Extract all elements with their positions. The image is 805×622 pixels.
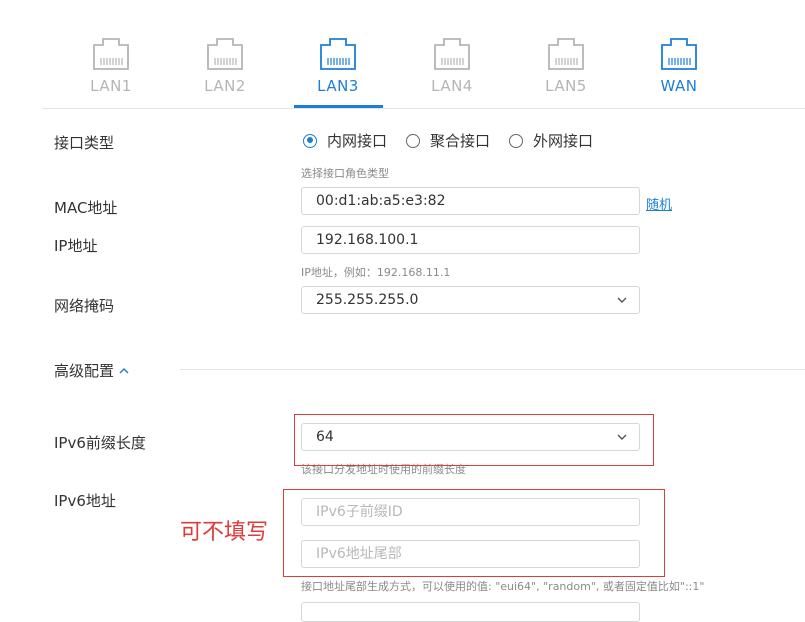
chevron-up-icon (119, 367, 129, 373)
mac-input[interactable] (301, 187, 640, 215)
interface-type-hint: 选择接口角色类型 (301, 167, 389, 180)
radio-label: 聚合接口 (430, 132, 491, 150)
ethernet-port-icon (93, 38, 129, 70)
port-tab-lan2[interactable]: LAN2 (180, 38, 270, 95)
port-tab-wan[interactable]: WAN (634, 38, 724, 95)
port-label: LAN2 (204, 77, 246, 95)
ethernet-port-icon (661, 38, 697, 70)
radio-aggregate[interactable]: 聚合接口 (406, 130, 490, 151)
radio-checked-icon (303, 133, 317, 148)
port-tab-lan3[interactable]: LAN3 (293, 38, 383, 95)
radio-internal[interactable]: 内网接口 (303, 130, 387, 151)
annotation-box-prefix (294, 414, 654, 466)
port-tab-lan4[interactable]: LAN4 (407, 38, 497, 95)
ip-input[interactable] (301, 226, 640, 254)
port-tab-lan5[interactable]: LAN5 (521, 38, 611, 95)
next-field-partial (301, 602, 640, 622)
port-label: LAN5 (545, 77, 587, 95)
ipv6-address-label: IPv6地址 (54, 492, 116, 510)
netmask-value: 255.255.255.0 (316, 292, 419, 308)
ipv6-prefix-length-label: IPv6前缀长度 (54, 434, 146, 452)
netmask-label: 网络掩码 (54, 297, 115, 315)
interface-type-label: 接口类型 (54, 134, 115, 152)
annotation-box-ipv6 (283, 489, 665, 577)
port-label: WAN (660, 77, 698, 95)
ip-hint: IP地址，例如：192.168.11.1 (301, 266, 451, 279)
ethernet-port-icon (548, 38, 584, 70)
annotation-note: 可不填写 (180, 520, 269, 545)
active-tab-indicator (294, 105, 383, 108)
ethernet-port-icon (434, 38, 470, 70)
ip-label: IP地址 (54, 237, 98, 255)
ipv6-suffix-hint: 接口地址尾部生成方式，可以使用的值: "eui64", "random", 或者… (301, 580, 705, 593)
radio-label: 内网接口 (327, 132, 388, 150)
advanced-toggle[interactable]: 高级配置 (54, 360, 130, 381)
radio-external[interactable]: 外网接口 (509, 130, 593, 151)
radio-unchecked-icon (406, 133, 420, 148)
tab-divider (42, 108, 805, 109)
ethernet-port-icon (207, 38, 243, 70)
chevron-down-icon (617, 297, 627, 303)
radio-unchecked-icon (509, 133, 523, 148)
netmask-select[interactable]: 255.255.255.0 (301, 286, 640, 314)
mac-label: MAC地址 (54, 199, 118, 217)
port-label: LAN3 (317, 77, 359, 95)
ethernet-port-icon (320, 38, 356, 70)
port-tab-lan1[interactable]: LAN1 (66, 38, 156, 95)
port-label: LAN4 (431, 77, 473, 95)
advanced-divider (180, 369, 805, 370)
radio-label: 外网接口 (533, 132, 594, 150)
random-mac-link[interactable]: 随机 (646, 194, 672, 213)
port-label: LAN1 (90, 77, 132, 95)
advanced-label: 高级配置 (54, 362, 115, 380)
